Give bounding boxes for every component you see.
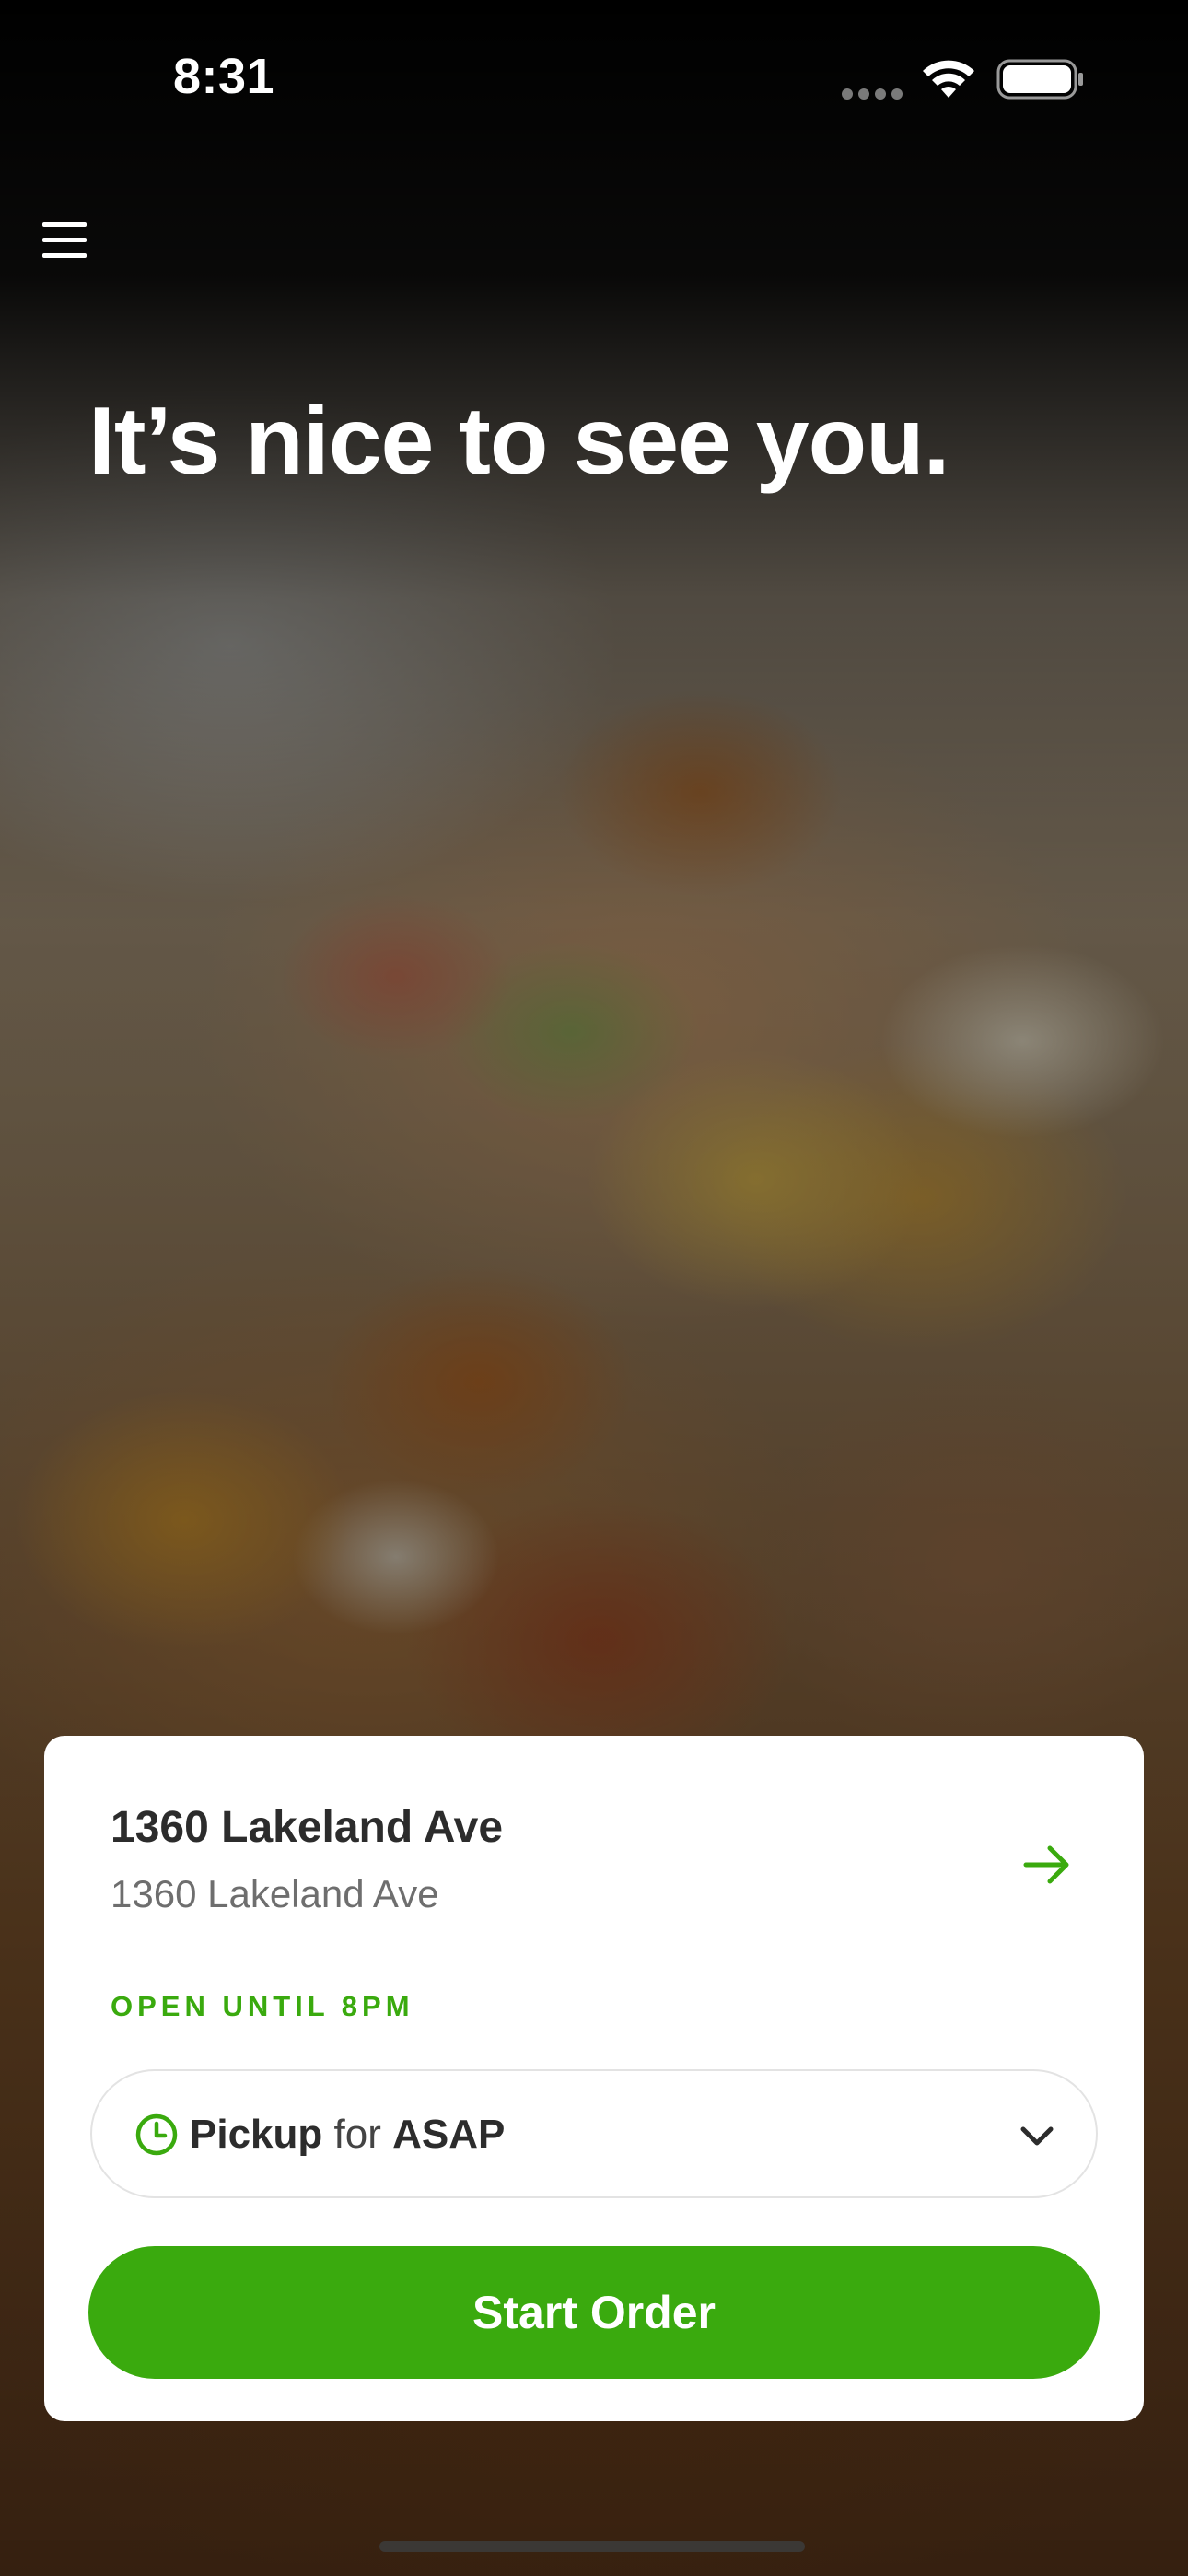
pickup-summary: Pickup for ASAP [190,2112,505,2158]
store-card: 1360 Lakeland Ave 1360 Lakeland Ave OPEN… [44,1736,1144,2421]
status-time: 8:31 [173,49,275,104]
menu-button[interactable] [37,210,96,269]
start-order-button[interactable]: Start Order [88,2246,1100,2379]
store-name: 1360 Lakeland Ave [111,1803,504,1852]
wifi-icon [923,60,974,98]
pickup-method: Pickup [190,2112,323,2157]
clock-icon [135,2113,178,2156]
pickup-time: ASAP [392,2112,506,2157]
arrow-right-icon[interactable] [1013,1832,1079,1898]
hamburger-menu-icon [42,221,87,227]
status-bar: 8:31 [0,0,1188,157]
cellular-signal-icon [842,88,904,101]
battery-icon [996,59,1083,100]
home-indicator[interactable] [379,2541,805,2552]
chevron-down-icon [1020,2126,1054,2146]
store-hours-status: OPEN UNTIL 8PM [111,1990,414,2022]
store-address: 1360 Lakeland Ave [111,1872,439,1915]
pickup-time-selector[interactable]: Pickup for ASAP [90,2069,1098,2198]
greeting-heading: It’s nice to see you. [88,388,950,495]
pickup-connector: for [333,2112,381,2157]
